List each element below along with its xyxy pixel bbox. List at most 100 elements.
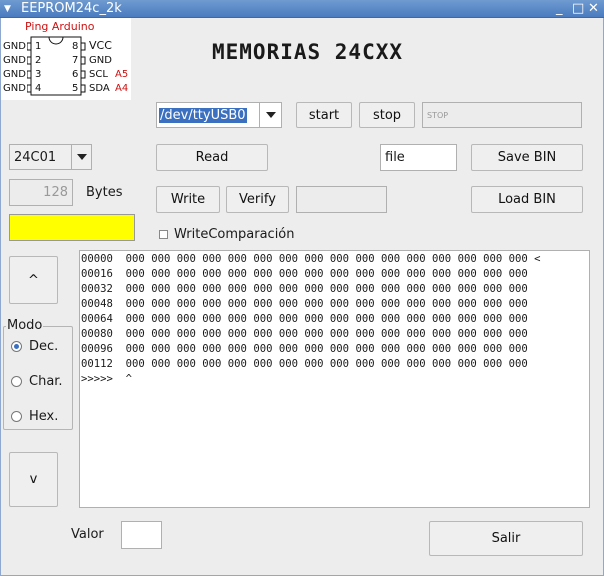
- valor-label: Valor: [71, 527, 104, 542]
- memory-byte: 000: [151, 283, 171, 295]
- memory-byte: 000: [304, 328, 324, 340]
- memory-byte: 000: [406, 343, 426, 355]
- read-button[interactable]: Read: [156, 144, 268, 171]
- memory-byte: 000: [432, 358, 452, 370]
- memory-byte: 000: [457, 283, 477, 295]
- file-input[interactable]: file: [380, 144, 457, 171]
- memory-byte: 000: [483, 298, 503, 310]
- memory-byte: 000: [304, 343, 324, 355]
- memory-dump[interactable]: 00000 000 000 000 000 000 000 000 000 00…: [79, 250, 590, 508]
- port-value: /dev/ttyUSB0: [159, 107, 247, 123]
- memory-address: 00112: [81, 358, 113, 370]
- memory-byte: 000: [304, 313, 324, 325]
- memory-byte: 000: [406, 358, 426, 370]
- pin-number: 2: [35, 55, 42, 66]
- status-field: STOP: [422, 102, 582, 128]
- memory-byte: 000: [202, 253, 222, 265]
- pin-left-label: GND: [3, 69, 26, 80]
- memory-byte: 000: [253, 328, 273, 340]
- write-button[interactable]: Write: [156, 186, 220, 213]
- memory-address: 00000: [81, 253, 113, 265]
- minimize-icon[interactable]: _: [556, 0, 563, 18]
- memory-byte: 000: [151, 268, 171, 280]
- memory-byte: 000: [380, 313, 401, 325]
- memory-row: 00096 000 000 000 000 000 000 000 000 00…: [81, 342, 589, 357]
- memory-byte: 000: [380, 283, 401, 295]
- write-compare-checkbox[interactable]: [159, 230, 168, 239]
- chip-select[interactable]: 24C01: [9, 144, 92, 170]
- memory-row: 00000 000 000 000 000 000 000 000 000 00…: [81, 252, 589, 267]
- memory-byte: 000: [227, 268, 247, 280]
- chevron-down-icon[interactable]: [259, 103, 281, 127]
- memory-byte: 000: [355, 328, 375, 340]
- memory-byte: 000: [253, 283, 273, 295]
- memory-byte: 000: [432, 283, 452, 295]
- save-bin-button[interactable]: Save BIN: [471, 144, 583, 171]
- mode-char-radio[interactable]: [11, 376, 22, 387]
- memory-address: 00096: [81, 343, 113, 355]
- memory-byte: 000: [227, 313, 247, 325]
- memory-byte: 000: [380, 253, 401, 265]
- memory-row: 00048 000 000 000 000 000 000 000 000 00…: [81, 297, 589, 312]
- memory-byte: 000: [125, 358, 145, 370]
- mode-char-label: Char.: [29, 374, 63, 389]
- pin-number: 3: [35, 69, 42, 80]
- pinout-title: Ping Arduino: [25, 20, 95, 33]
- memory-byte: 000: [278, 298, 298, 310]
- verify-button[interactable]: Verify: [226, 186, 289, 213]
- memory-byte: 000: [176, 298, 196, 310]
- memory-byte: 000: [355, 253, 375, 265]
- maximize-icon[interactable]: □: [572, 0, 584, 18]
- valor-input[interactable]: [121, 521, 162, 549]
- memory-byte: 000: [253, 313, 273, 325]
- memory-byte: 000: [329, 283, 350, 295]
- title-bar: ▼ EEPROM24c_2k _ □ ✕: [0, 0, 604, 18]
- port-select[interactable]: /dev/ttyUSB0: [156, 102, 282, 128]
- pinout-diagram: Ping Arduino GND GND GND GND 1 2 3 4 8 7…: [1, 18, 131, 100]
- memory-marker: <: [534, 253, 541, 265]
- memory-byte: 000: [304, 298, 324, 310]
- memory-byte: 000: [380, 358, 401, 370]
- memory-byte: 000: [355, 283, 375, 295]
- memory-byte: 000: [406, 253, 426, 265]
- mode-dec-label: Dec.: [29, 339, 59, 354]
- memory-byte: 000: [278, 268, 298, 280]
- pin-right-label: SDA: [89, 83, 110, 94]
- memory-byte: 000: [508, 328, 528, 340]
- mode-hex-radio[interactable]: [11, 411, 22, 422]
- arduino-pin-label: A4: [115, 83, 129, 94]
- pin-right-label: VCC: [89, 39, 112, 52]
- memory-byte: 000: [457, 298, 477, 310]
- memory-byte: 000: [176, 283, 196, 295]
- memory-byte: 000: [304, 253, 324, 265]
- memory-byte: 000: [406, 268, 426, 280]
- window-menu-icon[interactable]: ▼: [4, 0, 11, 18]
- chevron-down-icon[interactable]: [71, 145, 91, 169]
- scroll-up-button[interactable]: ^: [9, 256, 58, 304]
- pin-number: 6: [72, 69, 79, 80]
- memory-byte: 000: [176, 253, 196, 265]
- scroll-down-button[interactable]: v: [9, 452, 58, 507]
- memory-byte: 000: [406, 283, 426, 295]
- pin-right-label: GND: [89, 55, 112, 66]
- memory-byte: 000: [176, 343, 196, 355]
- memory-byte: 000: [508, 283, 528, 295]
- memory-byte: 000: [304, 268, 324, 280]
- memory-byte: 000: [508, 313, 528, 325]
- mode-dec-radio[interactable]: [11, 341, 22, 352]
- memory-byte: 000: [151, 358, 171, 370]
- main-window: Ping Arduino GND GND GND GND 1 2 3 4 8 7…: [0, 18, 604, 576]
- start-button[interactable]: start: [296, 102, 352, 128]
- load-bin-button[interactable]: Load BIN: [471, 186, 583, 213]
- memory-byte: 000: [304, 358, 324, 370]
- pin-left-label: GND: [3, 55, 26, 66]
- memory-byte: 000: [483, 253, 503, 265]
- memory-byte: 000: [483, 343, 503, 355]
- mode-hex-label: Hex.: [29, 409, 59, 424]
- close-icon[interactable]: ✕: [588, 0, 599, 18]
- memory-byte: 000: [278, 313, 298, 325]
- stop-button[interactable]: stop: [359, 102, 415, 128]
- exit-button[interactable]: Salir: [429, 521, 583, 556]
- memory-byte: 000: [125, 328, 145, 340]
- memory-byte: 000: [329, 268, 350, 280]
